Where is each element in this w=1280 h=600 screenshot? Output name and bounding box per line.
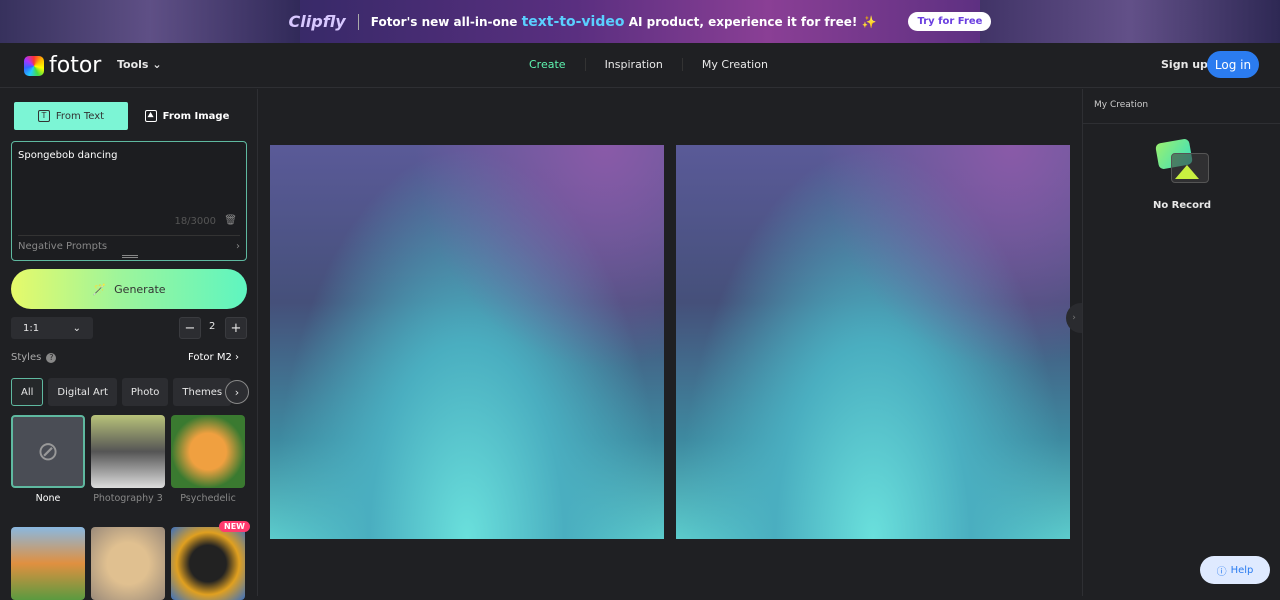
- chip-digital-art[interactable]: Digital Art: [48, 378, 117, 406]
- promo-banner[interactable]: Clipfly Fotor's new all-in-one text-to-v…: [0, 0, 1280, 43]
- style-thumb-6[interactable]: [171, 527, 245, 600]
- chip-photo[interactable]: Photo: [121, 378, 169, 406]
- chip-themes[interactable]: Themes: [173, 378, 232, 406]
- chevron-right-icon: ›: [236, 241, 240, 252]
- chevron-down-icon: ⌄: [152, 58, 162, 71]
- tools-menu[interactable]: Tools ⌄: [117, 58, 162, 71]
- image-icon: ⛰: [144, 110, 157, 122]
- header: fotor Tools ⌄ Create Inspiration My Crea…: [0, 43, 1280, 88]
- help-icon: ⓘ: [1216, 566, 1227, 578]
- generate-button[interactable]: 🪄 Generate: [11, 269, 247, 309]
- new-badge: NEW: [219, 521, 250, 532]
- nav-inspiration[interactable]: Inspiration: [586, 58, 683, 71]
- tab-from-image[interactable]: ⛰ From Image: [130, 102, 244, 130]
- prompt-input[interactable]: Spongebob dancing 18/3000 🗑 Negative Pro…: [11, 141, 247, 261]
- banner-text: Fotor's new all-in-one text-to-video AI …: [370, 13, 877, 30]
- char-counter: 18/3000: [174, 216, 216, 227]
- style-none[interactable]: ⊘: [11, 415, 85, 488]
- nav-create[interactable]: Create: [510, 58, 586, 71]
- generated-image-1[interactable]: [270, 145, 664, 539]
- none-icon: ⊘: [37, 436, 59, 467]
- sparkle-icon: ✨: [861, 14, 877, 29]
- log-in-button[interactable]: Log in: [1207, 51, 1259, 78]
- generated-image-2[interactable]: [676, 145, 1070, 539]
- style-filter-chips: All Digital Art Photo Themes: [11, 378, 232, 406]
- increase-count-button[interactable]: +: [225, 317, 247, 339]
- logo-icon: [24, 55, 44, 76]
- right-panel: My Creation No Record: [1082, 89, 1280, 596]
- style-thumb-4[interactable]: [11, 527, 85, 600]
- banner-art-right: [980, 0, 1280, 43]
- help-button[interactable]: ⓘ Help: [1200, 556, 1270, 584]
- sign-up-link[interactable]: Sign up: [1161, 58, 1208, 71]
- chip-all[interactable]: All: [11, 378, 44, 406]
- fotor-logo[interactable]: fotor: [24, 53, 101, 78]
- clipfly-logo: Clipfly: [288, 12, 346, 31]
- try-for-free-button[interactable]: Try for Free: [908, 12, 992, 31]
- chevron-down-icon: ⌄: [72, 322, 81, 334]
- help-icon: ?: [46, 352, 57, 363]
- resize-handle[interactable]: [122, 255, 138, 258]
- style-psychedelic[interactable]: [171, 415, 245, 488]
- empty-gallery-icon: [1155, 138, 1211, 185]
- decrease-count-button[interactable]: −: [179, 317, 201, 339]
- text-icon: T: [37, 110, 50, 122]
- magic-wand-icon: 🪄: [92, 282, 107, 296]
- style-thumb-5[interactable]: [91, 527, 165, 600]
- main-nav: Create Inspiration My Creation: [510, 58, 787, 71]
- chips-next-button[interactable]: ›: [225, 380, 249, 404]
- image-count: 2: [209, 321, 216, 332]
- negative-prompts-toggle[interactable]: Negative Prompts ›: [18, 235, 240, 252]
- style-photography-3[interactable]: [91, 415, 165, 488]
- no-record-text: No Record: [1152, 200, 1212, 211]
- trash-icon[interactable]: 🗑: [224, 215, 237, 226]
- model-select[interactable]: Fotor M2 ›: [188, 352, 239, 363]
- banner-art-left: [0, 0, 300, 43]
- styles-label: Styles?: [11, 352, 57, 363]
- aspect-ratio-select[interactable]: 1:1 ⌄: [11, 317, 93, 339]
- nav-my-creation[interactable]: My Creation: [683, 58, 787, 71]
- tab-from-text[interactable]: T From Text: [14, 102, 128, 130]
- left-panel: T From Text ⛰ From Image Spongebob dancing…: [0, 89, 258, 600]
- divider: [357, 13, 359, 30]
- my-creation-title: My Creation: [1083, 89, 1280, 124]
